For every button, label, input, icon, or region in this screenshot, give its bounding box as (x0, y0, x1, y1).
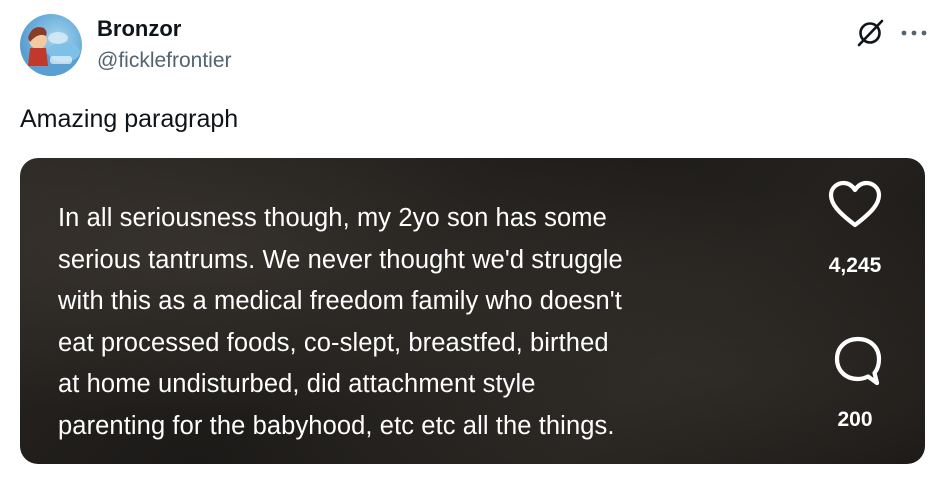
media-card[interactable]: In all seriousness though, my 2yo son ha… (20, 158, 925, 464)
media-text: In all seriousness though, my 2yo son ha… (58, 198, 788, 447)
media-text-line: In all seriousness though, my 2yo son ha… (58, 204, 607, 232)
avatar-image (20, 27, 82, 76)
grok-icon[interactable] (855, 18, 885, 48)
author-name[interactable]: Bronzor (97, 16, 181, 42)
comment-icon[interactable] (832, 334, 884, 388)
more-icon[interactable] (897, 18, 931, 48)
comment-count: 200 (837, 408, 873, 431)
media-text-line: with this as a medical freedom family wh… (58, 287, 622, 315)
media-text-line: parenting for the babyhood, etc etc all … (58, 411, 615, 440)
media-text-line: eat processed foods, co-slept, breastfed… (58, 328, 609, 357)
author-handle[interactable]: @ficklefrontier (97, 48, 232, 74)
heart-icon[interactable] (828, 180, 882, 230)
tweet-text: Amazing paragraph (20, 105, 239, 133)
like-count: 4,245 (828, 254, 882, 277)
avatar[interactable] (20, 14, 82, 76)
media-text-line: serious tantrums. We never thought we'd … (58, 245, 623, 274)
media-text-line: at home undisturbed, did attachment styl… (58, 370, 536, 398)
